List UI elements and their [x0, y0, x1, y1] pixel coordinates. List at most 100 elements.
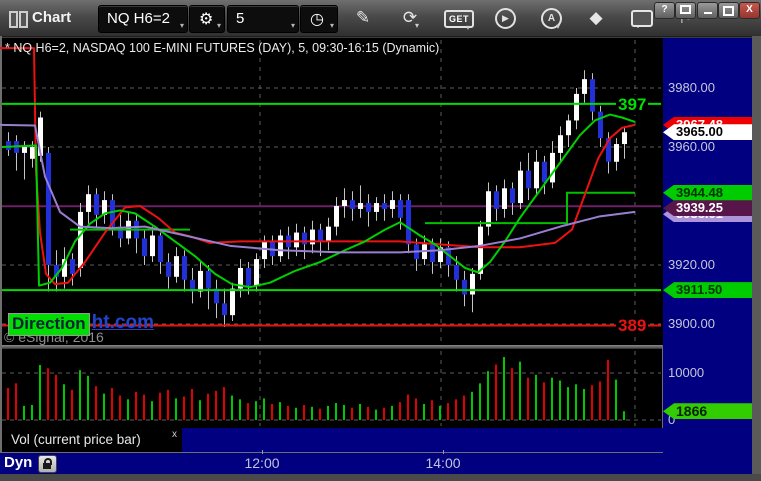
send-button[interactable]: ◆	[585, 7, 607, 29]
time-axis[interactable]: Dyn 12:00 14:00	[0, 450, 752, 474]
candle	[390, 200, 395, 209]
get-data-button[interactable]: GET ▾	[444, 10, 474, 32]
volume-bar	[503, 357, 505, 420]
price-flag: 3944.48	[663, 184, 752, 201]
volume-bar	[87, 375, 89, 420]
volume-bar	[527, 377, 529, 420]
candle	[174, 256, 179, 277]
volume-bar	[375, 409, 377, 420]
candle	[230, 288, 235, 316]
popout-icon	[680, 5, 691, 14]
tab-volume[interactable]: Vol (current price bar) x	[2, 428, 182, 452]
play-button[interactable]: ▶	[495, 8, 516, 29]
volume-bar	[247, 403, 249, 420]
volume-bar	[399, 402, 401, 420]
refresh-button[interactable]: ⟳ ▾	[399, 7, 421, 30]
volume-bar	[15, 383, 17, 420]
volume-bar	[151, 401, 153, 420]
candle	[70, 259, 75, 274]
volume-bar	[311, 406, 313, 420]
symbol-value: NQ H6=2	[107, 10, 170, 27]
price-volume-chart[interactable]	[0, 38, 663, 428]
time-tick-mark	[443, 450, 444, 454]
popout-button[interactable]	[675, 2, 696, 19]
volume-bar	[479, 383, 481, 420]
volume-bar	[471, 391, 473, 420]
candle	[262, 241, 267, 260]
candle	[518, 170, 523, 204]
window-bottom-border	[0, 474, 761, 481]
candle	[198, 270, 203, 292]
volume-bar	[279, 402, 281, 420]
volume-bar	[143, 394, 145, 420]
symbol-input[interactable]: NQ H6=2 ▾	[98, 5, 188, 33]
watermark-link[interactable]: ht.com	[92, 312, 154, 334]
time-tick-mark	[262, 450, 263, 454]
close-icon[interactable]: x	[172, 429, 177, 440]
volume-bar	[103, 393, 105, 420]
candle	[182, 256, 187, 280]
pencil-icon: ✎	[355, 8, 371, 27]
volume-bar	[615, 379, 617, 420]
volume-bar	[159, 392, 161, 420]
chevron-down-icon[interactable]: ▾	[291, 22, 295, 30]
candle	[166, 262, 171, 277]
close-button[interactable]: X	[739, 2, 760, 19]
minimize-button[interactable]	[697, 2, 718, 19]
volume-bar	[47, 368, 49, 420]
chevron-down-icon: ▾	[415, 21, 420, 30]
lock-button[interactable]	[38, 455, 57, 473]
watermark: Direction ht.com	[8, 312, 154, 336]
candle	[398, 200, 403, 218]
price-tick-label: 3900.00	[668, 316, 715, 331]
auto-trade-button[interactable]: A ▾	[541, 8, 562, 31]
volume-bar	[319, 408, 321, 420]
candle	[78, 211, 83, 268]
symbol-settings-button[interactable]: ⚙ ▾	[189, 5, 225, 33]
watermark-highlight: Direction	[8, 313, 90, 336]
volume-bar	[71, 389, 73, 420]
candle	[326, 226, 331, 242]
volume-bar	[223, 387, 225, 420]
chevron-down-icon: ▾	[329, 21, 334, 30]
chat-button[interactable]	[631, 10, 653, 28]
volume-bar	[55, 374, 57, 420]
window-title: Chart	[32, 9, 72, 26]
step-line	[425, 191, 635, 225]
volume-bar	[63, 384, 65, 420]
send-icon: ◆	[589, 8, 603, 27]
volume-bar	[367, 406, 369, 420]
volume-bar	[183, 396, 185, 420]
candle	[142, 238, 147, 257]
candle	[510, 188, 515, 204]
help-button[interactable]: ?	[654, 2, 675, 19]
volume-bar	[7, 388, 9, 420]
play-icon: ▶	[502, 13, 509, 23]
maximize-button[interactable]	[718, 2, 739, 19]
volume-bar	[263, 398, 265, 420]
volume-bar	[439, 405, 441, 420]
volume-bar	[391, 405, 393, 420]
volume-bar	[111, 388, 113, 420]
candle	[342, 200, 347, 206]
candle	[406, 200, 411, 245]
candle	[590, 79, 595, 112]
volume-bar	[519, 361, 521, 420]
interval-input[interactable]: 5 ▾	[227, 5, 299, 33]
price-axis[interactable]	[663, 38, 752, 453]
chart-window-icon	[9, 11, 28, 28]
volume-bar	[351, 407, 353, 420]
draw-tool-button[interactable]: ✎	[352, 7, 374, 29]
volume-bar	[407, 394, 409, 420]
auto-icon: A	[547, 13, 556, 24]
chevron-down-icon: ▾	[556, 22, 561, 31]
candle	[206, 270, 211, 289]
tab-volume-label: Vol (current price bar)	[11, 432, 141, 447]
volume-bar	[383, 407, 385, 420]
chevron-down-icon[interactable]: ▾	[180, 22, 184, 30]
volume-bar	[215, 390, 217, 420]
volume-bar	[463, 395, 465, 420]
volume-bar	[495, 364, 497, 420]
price-tick-label: 3980.00	[668, 80, 715, 95]
time-template-button[interactable]: ◷ ▾	[300, 5, 338, 33]
